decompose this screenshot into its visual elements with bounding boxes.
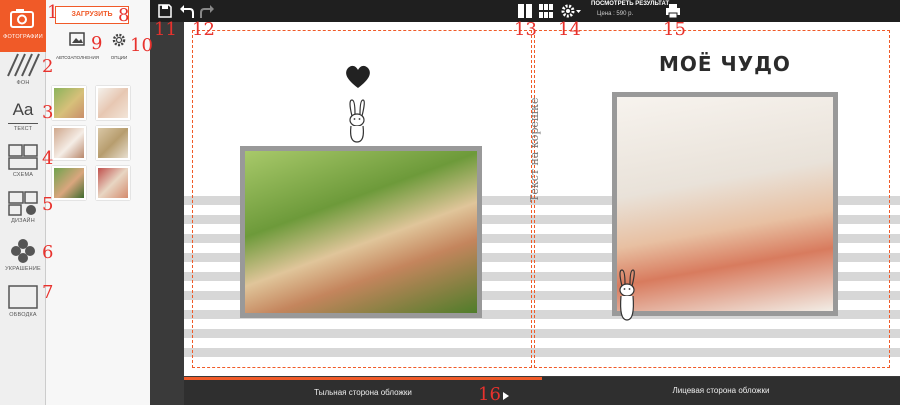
photo-thumbnail[interactable] [96,86,130,120]
undo-icon[interactable] [179,3,195,19]
autofill-icon [68,32,85,46]
annotation-number: 12 [192,19,215,40]
tab-front-cover[interactable]: Лицевая сторона обложки [542,377,900,405]
autofill-label: АВТОЗАПОЛНЕНИЯ [56,55,100,60]
photo-thumbnail[interactable] [96,166,130,200]
tool-background[interactable]: ФОН [0,46,46,98]
tool-photos[interactable]: ФОТОГРАФИИ [0,0,46,52]
gear-icon [112,33,126,47]
annotation-number: 11 [154,19,177,40]
cover-spread[interactable]: Текст на корешке МОЁ ЧУДО [184,22,900,376]
layout-icon [8,144,38,170]
tool-label: ФОН [16,80,30,86]
back-cover-photo[interactable] [240,146,482,318]
annotation-number: 8 [118,5,130,26]
tool-text[interactable]: Aa ТЕКСТ [0,92,46,144]
tool-label: СХЕМА [12,172,34,178]
next-arrow-icon[interactable] [503,392,509,400]
two-page-view-icon[interactable] [517,3,533,19]
redo-icon[interactable] [199,3,215,19]
photo-thumbnail[interactable] [52,86,86,120]
preview-result-link[interactable]: ПОСМОТРЕТЬ РЕЗУЛЬТАТ [591,1,669,7]
photo-mother-baby-dandelion [245,151,477,313]
background-pattern-icon [7,53,40,77]
tool-border[interactable]: ОБВОДКА [0,278,46,330]
tool-label: ОБВОДКА [9,312,37,318]
annotation-number: 9 [91,33,103,54]
tool-label: ТЕКСТ [13,126,33,132]
price-label: Цена : 590 р. [597,11,634,17]
tool-label: ДИЗАЙН [11,218,35,224]
annotation-number: 5 [42,194,54,215]
heart-icon [346,65,370,88]
annotation-number: 13 [514,19,537,40]
annotation-number: 16 [478,384,501,405]
front-cover-photo[interactable] [612,92,838,316]
canvas-area: Текст на корешке МОЁ ЧУДО [150,22,900,405]
print-icon[interactable] [665,3,681,19]
annotation-number: 10 [130,35,153,56]
bunny-icon [349,99,365,143]
annotation-number: 15 [663,19,686,40]
text-icon: Aa [8,98,38,124]
photo-mother-baby-toys [617,97,833,311]
tool-layout[interactable]: СХЕМА [0,138,46,190]
decoration-icon [11,239,35,263]
annotation-number: 14 [558,19,581,40]
annotation-number: 1 [47,2,59,23]
photo-thumbnail[interactable] [52,126,86,160]
settings-dropdown-icon[interactable] [560,3,582,19]
annotation-number: 2 [42,56,54,77]
grid-view-icon[interactable] [538,3,554,19]
annotation-number: 7 [42,282,54,303]
photos-icon [10,9,34,28]
border-icon [8,285,38,309]
options-button[interactable]: ОПЦИИ [110,32,128,60]
tool-design[interactable]: ДИЗАЙН [0,184,46,236]
design-icon [8,191,38,216]
annotation-number: 3 [42,102,54,123]
cover-side-tabs: Тыльная сторона обложки Лицевая сторона … [184,377,900,405]
spine-text[interactable]: Текст на корешке [528,97,541,202]
photo-thumbnail[interactable] [96,126,130,160]
tool-decoration[interactable]: УКРАШЕНИЕ [0,232,46,284]
annotation-number: 4 [42,148,54,169]
annotation-number: 6 [42,242,54,263]
photo-thumbnail[interactable] [52,166,86,200]
tool-label: УКРАШЕНИЕ [5,266,41,272]
tool-label: ФОТОГРАФИИ [3,34,43,40]
cover-title[interactable]: МОЁ ЧУДО [659,52,791,76]
photos-panel: ЗАГРУЗИТЬ АВТОЗАПОЛНЕНИЯ ОПЦИИ [46,0,150,405]
bunny-icon [619,269,635,321]
options-label: ОПЦИИ [110,55,128,60]
photobook-editor: ФОТОГРАФИИ ФОН Aa ТЕКСТ СХЕМА ДИЗАЙН УКР… [0,0,900,405]
left-toolbar: ФОТОГРАФИИ ФОН Aa ТЕКСТ СХЕМА ДИЗАЙН УКР… [0,0,46,405]
save-icon[interactable] [157,3,173,19]
